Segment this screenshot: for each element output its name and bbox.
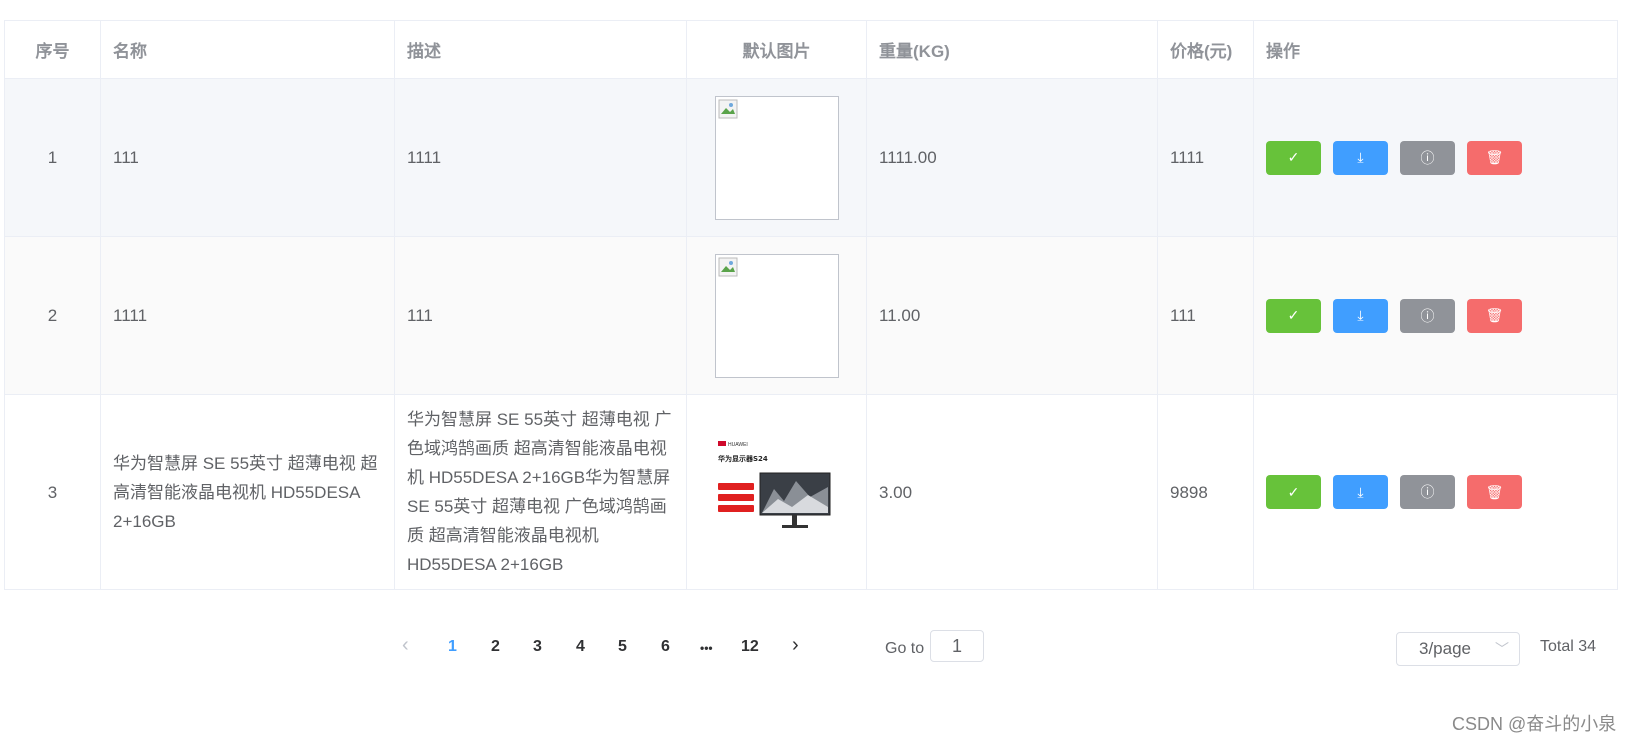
page-3[interactable]: 3	[533, 638, 542, 656]
product-image[interactable]: HUAWEI 华为显示器S24	[712, 437, 842, 547]
delete-icon: 🗑	[1485, 483, 1504, 500]
download-button[interactable]: ⤓	[1333, 140, 1388, 175]
cell-price: 111	[1157, 236, 1254, 395]
cell-index: 3	[4, 394, 101, 590]
cell-index: 2	[4, 236, 101, 395]
cell-image	[686, 78, 867, 237]
check-icon: ✓	[1287, 483, 1300, 500]
download-icon: ⤓	[1357, 483, 1364, 500]
broken-image-icon	[718, 257, 737, 276]
page-size-select[interactable]: 3/page ﹀	[1396, 632, 1520, 666]
delete-icon: 🗑	[1485, 307, 1504, 323]
prev-page-icon[interactable]: ‹	[402, 634, 409, 657]
chevron-down-icon: ﹀	[1495, 641, 1509, 657]
header-index: 序号	[4, 20, 101, 79]
info-button[interactable]: ⓘ	[1400, 475, 1455, 509]
total-count: Total 34	[1540, 638, 1597, 655]
broken-image[interactable]	[714, 95, 839, 220]
info-icon: ⓘ	[1420, 307, 1435, 324]
cell-name: 111	[100, 78, 395, 237]
header-price: 价格(元)	[1157, 20, 1254, 79]
header-name: 名称	[100, 20, 395, 79]
goto-label: Go to	[885, 640, 925, 657]
table-row: 3 华为智慧屏 SE 55英寸 超薄电视 超高清智能液晶电视机 HD55DESA…	[4, 394, 1618, 590]
cell-price: 9898	[1157, 394, 1254, 590]
page-5[interactable]: 5	[618, 638, 627, 656]
delete-button[interactable]: 🗑	[1467, 298, 1522, 333]
download-icon: ⤓	[1357, 307, 1364, 323]
cell-description: 华为智慧屏 SE 55英寸 超薄电视 广色域鸿鹄画质 超高清智能液晶电视机 HD…	[394, 394, 687, 590]
table-row: 1 111 1111 1111.00 1111 ✓ ⤓ ⓘ 🗑	[4, 78, 1618, 237]
header-weight: 重量(KG)	[866, 20, 1158, 79]
table-row: 2 1111 111 11.00 111 ✓ ⤓ ⓘ 🗑	[4, 236, 1618, 395]
page-6[interactable]: 6	[661, 638, 670, 656]
cell-actions: ✓ ⤓ ⓘ 🗑	[1253, 394, 1618, 590]
download-button[interactable]: ⤓	[1333, 298, 1388, 333]
broken-image-icon	[718, 99, 737, 118]
header-actions: 操作	[1253, 20, 1618, 79]
cell-description: 1111	[394, 78, 687, 237]
delete-button[interactable]: 🗑	[1467, 140, 1522, 175]
delete-button[interactable]: 🗑	[1467, 475, 1522, 509]
confirm-button[interactable]: ✓	[1266, 298, 1321, 333]
goto-input[interactable]: 1	[930, 630, 984, 662]
cell-weight: 1111.00	[866, 78, 1158, 237]
cell-actions: ✓ ⤓ ⓘ 🗑	[1253, 236, 1618, 395]
more-pages-icon[interactable]: •••	[700, 641, 713, 655]
product-title: 华为显示器S24	[718, 454, 768, 463]
pagination: ‹ 1 2 3 4 5 6 ••• 12 › Go to 1 3/page ﹀ …	[0, 628, 1635, 668]
page-size-value: 3/page	[1419, 639, 1471, 658]
page-4[interactable]: 4	[576, 638, 585, 656]
page-12[interactable]: 12	[741, 638, 759, 656]
monitor-product-image: HUAWEI 华为显示器S24	[717, 441, 830, 528]
confirm-button[interactable]: ✓	[1266, 140, 1321, 175]
cell-weight: 11.00	[866, 236, 1158, 395]
watermark: CSDN @奋斗的小泉	[1452, 714, 1617, 734]
page-2[interactable]: 2	[491, 638, 500, 656]
download-icon: ⤓	[1357, 149, 1364, 165]
product-table: 序号 名称 描述 默认图片 重量(KG) 价格(元) 操作 1 111 1111	[4, 20, 1618, 590]
cell-description: 111	[394, 236, 687, 395]
header-default-image: 默认图片	[686, 20, 867, 79]
confirm-button[interactable]: ✓	[1266, 475, 1321, 509]
cell-index: 1	[4, 78, 101, 237]
check-icon: ✓	[1287, 149, 1300, 165]
info-icon: ⓘ	[1420, 484, 1435, 500]
delete-icon: 🗑	[1485, 149, 1504, 165]
cell-image: HUAWEI 华为显示器S24	[686, 394, 867, 590]
cell-price: 1111	[1157, 78, 1254, 237]
check-icon: ✓	[1287, 307, 1300, 323]
info-icon: ⓘ	[1420, 149, 1435, 166]
cell-name: 1111	[100, 236, 395, 395]
cell-image	[686, 236, 867, 395]
info-button[interactable]: ⓘ	[1400, 140, 1455, 175]
cell-weight: 3.00	[866, 394, 1158, 590]
download-button[interactable]: ⤓	[1333, 475, 1388, 509]
page-1[interactable]: 1	[448, 638, 457, 656]
next-page-icon[interactable]: ›	[792, 634, 799, 657]
product-brand: HUAWEI	[728, 442, 748, 448]
header-description: 描述	[394, 20, 687, 79]
table-header-row: 序号 名称 描述 默认图片 重量(KG) 价格(元) 操作	[4, 20, 1618, 79]
cell-name: 华为智慧屏 SE 55英寸 超薄电视 超高清智能液晶电视机 HD55DESA 2…	[100, 394, 395, 590]
cell-actions: ✓ ⤓ ⓘ 🗑	[1253, 78, 1618, 237]
broken-image[interactable]	[714, 253, 839, 378]
info-button[interactable]: ⓘ	[1400, 298, 1455, 333]
